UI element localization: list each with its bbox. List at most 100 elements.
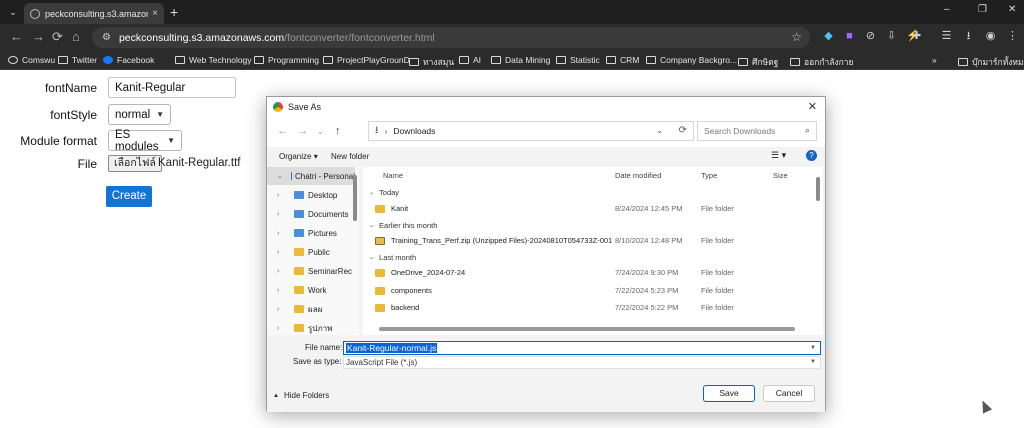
restore-icon[interactable]: ❐ — [978, 4, 987, 15]
extension-diamond-icon[interactable]: ◆ — [822, 30, 835, 43]
organize-menu[interactable]: Organize ▾ — [279, 152, 318, 161]
home-icon[interactable]: ⌂ — [72, 30, 80, 44]
back-arrow-icon[interactable]: ← — [10, 30, 23, 44]
file-name-input[interactable]: Kanit-Regular-normal.js ▼ — [343, 341, 821, 355]
breadcrumb-downloads[interactable]: Downloads — [393, 126, 435, 136]
bookmark-comswu[interactable]: Comswu — [8, 55, 55, 65]
up-arrow-icon[interactable]: ↑ — [335, 125, 341, 137]
bookmark-company-background[interactable]: Company Backgro... — [646, 55, 737, 65]
create-button[interactable]: Create — [106, 186, 152, 207]
tab-list-chevron-icon[interactable]: ⌄ — [6, 5, 20, 19]
list-item[interactable]: Kanit 8/24/2024 12:45 PM File folder — [363, 201, 815, 217]
view-options-icon[interactable]: ☰ ▾ — [771, 150, 786, 161]
chevron-right-icon: › — [277, 248, 280, 256]
bookmark-statistic[interactable]: Statistic — [556, 55, 600, 65]
selected-file-name: Kanit-Regular.ttf — [158, 157, 241, 169]
folder-icon — [294, 267, 304, 275]
dialog-close-icon[interactable]: ✕ — [808, 100, 817, 113]
bookmarks-overflow-icon[interactable]: » — [932, 55, 937, 65]
fontstyle-label: fontStyle — [50, 108, 97, 122]
group-today[interactable]: ⌄ Today — [369, 188, 399, 197]
chevron-down-icon[interactable]: ▼ — [810, 342, 816, 354]
forward-arrow-icon[interactable]: → — [297, 125, 308, 137]
list-item[interactable]: backend 7/22/2024 5:22 PM File folder — [363, 300, 815, 316]
mouse-cursor-icon — [977, 398, 993, 414]
fontstyle-select[interactable]: normal ▼ — [108, 104, 171, 125]
group-earlier-this-month[interactable]: ⌄ Earlier this month — [369, 221, 437, 230]
window-close-icon[interactable]: ✕ — [1008, 4, 1016, 15]
bookmark-twitter[interactable]: Twitter — [58, 55, 97, 65]
cancel-button[interactable]: Cancel — [763, 385, 815, 402]
bookmark-web-technology[interactable]: Web Technology — [175, 55, 252, 65]
tree-item-thai-pictures[interactable]: › รูปภาพ — [267, 319, 355, 335]
profile-avatar-icon[interactable]: ◉ — [984, 30, 997, 43]
choose-file-button[interactable]: เลือกไฟล์ — [108, 155, 162, 172]
list-item[interactable]: Training_Trans_Perf.zip (Unzipped Files)… — [363, 233, 815, 249]
tab-search-icon[interactable]: ☰ — [940, 30, 953, 43]
tree-item-public[interactable]: › Public — [267, 243, 355, 261]
extension-purple-icon[interactable]: ■ — [843, 30, 856, 43]
tree-item-thai-folder[interactable]: › ผลผ — [267, 300, 355, 318]
column-header-name[interactable]: Name — [383, 171, 403, 180]
bookmark-thai-2[interactable]: ศึกษิตฐ — [738, 55, 778, 69]
new-tab-plus-icon[interactable]: + — [170, 5, 178, 19]
recent-locations-chevron-icon[interactable]: ⌄ — [317, 127, 324, 136]
location-breadcrumb[interactable]: ⭳ › Downloads ⌄ ⟳ — [368, 121, 694, 141]
new-folder-button[interactable]: New folder — [331, 152, 369, 161]
bookmark-data-mining[interactable]: Data Mining — [491, 55, 550, 65]
address-bar[interactable]: ⚙ peckconsulting.s3.amazonaws.com/fontco… — [92, 27, 810, 48]
bookmark-ai[interactable]: AI — [459, 55, 481, 65]
navigation-scrollbar[interactable] — [353, 175, 357, 221]
chevron-down-icon: ⌄ — [369, 190, 375, 196]
file-list-horizontal-scrollbar[interactable] — [379, 327, 795, 331]
bookmark-thai-3[interactable]: ออกกำลังกาย — [790, 55, 854, 69]
close-tab-icon[interactable]: × — [152, 8, 158, 19]
help-icon[interactable]: ? — [806, 150, 817, 161]
tree-item-onedrive[interactable]: ⌄ Chatri - Personal — [267, 167, 355, 185]
minimize-icon[interactable]: – — [944, 4, 950, 15]
folder-icon — [323, 56, 333, 64]
tree-item-work[interactable]: › Work — [267, 281, 355, 299]
forward-arrow-icon[interactable]: → — [32, 30, 45, 44]
column-header-type[interactable]: Type — [701, 171, 717, 180]
site-info-icon[interactable]: ⚙ — [102, 32, 111, 43]
refresh-icon[interactable]: ⟳ — [679, 125, 687, 136]
save-type-select[interactable]: JavaScript File (*.js) ▼ — [343, 356, 821, 369]
bookmark-all-bookmarks[interactable]: บุ๊กมาร์กทั้งหมด — [958, 55, 1024, 69]
extension-download-icon[interactable]: ⇩ — [885, 30, 898, 43]
search-icon: ⌕ — [804, 125, 810, 135]
tree-item-documents[interactable]: › Documents — [267, 205, 355, 223]
menu-kebab-icon[interactable]: ⋮ — [1006, 30, 1019, 43]
file-name-value: Kanit-Regular-normal.js — [346, 343, 438, 353]
folder-icon — [606, 56, 616, 64]
downloads-icon[interactable]: ⭳ — [962, 30, 975, 43]
column-header-size[interactable]: Size — [773, 171, 788, 180]
chevron-down-icon: ▼ — [810, 359, 816, 365]
chevron-down-icon[interactable]: ⌄ — [656, 126, 663, 135]
browser-tab-active[interactable]: peckconsulting.s3.amazonaws.c × — [24, 3, 164, 24]
module-format-select[interactable]: ES modules ▼ — [108, 129, 182, 153]
reload-icon[interactable]: ⟳ — [52, 30, 63, 44]
bookmark-programming[interactable]: Programming — [254, 55, 319, 65]
tree-item-seminarrec[interactable]: › SeminarRec — [267, 262, 355, 280]
bookmark-thai-1[interactable]: ทางสมุน — [409, 55, 454, 69]
hide-folders-toggle[interactable]: ▲ Hide Folders — [273, 391, 329, 400]
search-input[interactable]: Search Downloads ⌕ — [697, 121, 817, 141]
back-arrow-icon[interactable]: ← — [277, 125, 288, 137]
extensions-puzzle-icon[interactable]: ✚ — [910, 30, 923, 43]
fontname-input[interactable] — [108, 77, 236, 98]
file-list-vertical-scrollbar[interactable] — [816, 177, 820, 201]
group-last-month[interactable]: ⌄ Last month — [369, 253, 416, 262]
column-header-date[interactable]: Date modified — [615, 171, 661, 180]
bookmark-star-icon[interactable]: ☆ — [791, 30, 802, 44]
list-item[interactable]: components 7/22/2024 5:23 PM File folder — [363, 283, 815, 299]
list-item[interactable]: OneDrive_2024-07-24 7/24/2024 9:30 PM Fi… — [363, 265, 815, 281]
bookmark-projectplayground[interactable]: ProjectPlayGrounD — [323, 55, 410, 65]
save-button[interactable]: Save — [703, 385, 755, 402]
bookmark-crm[interactable]: CRM — [606, 55, 639, 65]
bookmark-facebook[interactable]: Facebook — [103, 55, 154, 65]
folder-icon — [646, 56, 656, 64]
extension-shield-icon[interactable]: ⊘ — [864, 30, 877, 43]
tree-item-pictures[interactable]: › Pictures — [267, 224, 355, 242]
tree-item-desktop[interactable]: › Desktop — [267, 186, 355, 204]
